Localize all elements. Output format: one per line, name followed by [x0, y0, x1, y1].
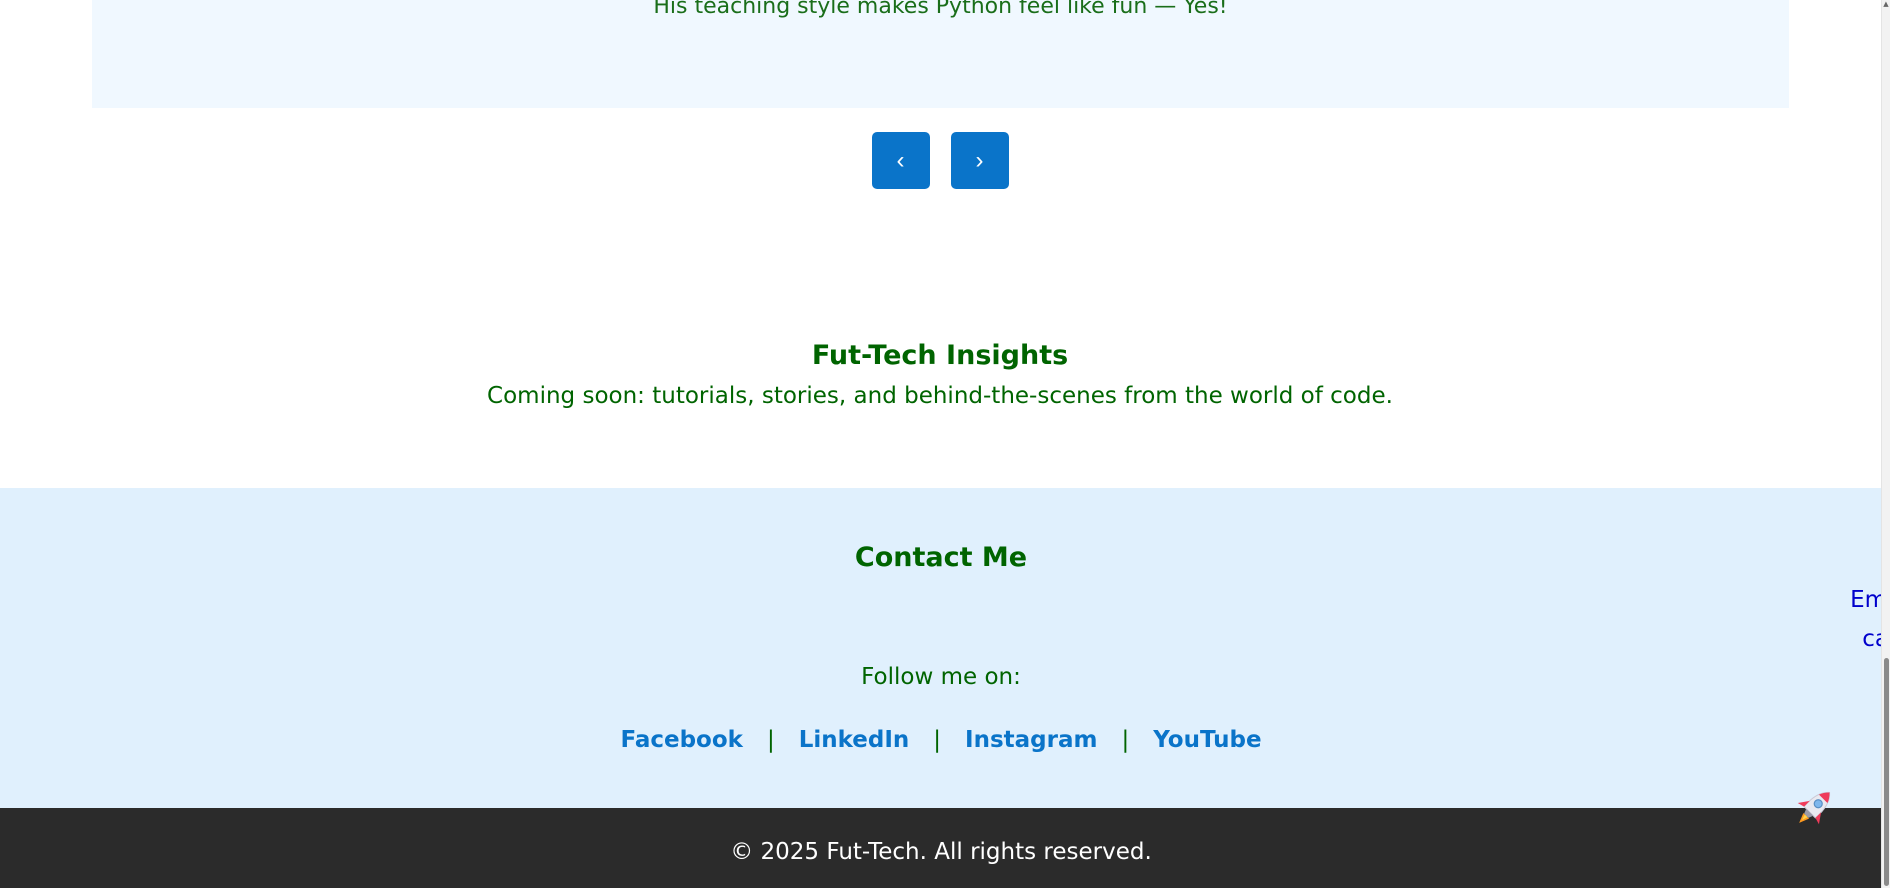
insights-text: Coming soon: tutorials, stories, and beh…: [487, 383, 1393, 409]
separator: |: [766, 727, 775, 753]
instagram-link[interactable]: Instagram: [965, 722, 1097, 758]
email-link[interactable]: Email: [941, 582, 1890, 618]
page: His teaching style makes Python feel lik…: [0, 0, 1890, 888]
insights-title: Fut-Tech Insights: [811, 340, 1069, 371]
copyright-text: © 2025 Fut-Tech. All rights reserved.: [730, 839, 1152, 865]
contact-title: Contact Me: [854, 542, 1028, 573]
follow-text: Follow me on:: [861, 664, 1021, 690]
call-link[interactable]: call: [941, 621, 1890, 657]
scroll-up-icon[interactable]: ▲: [1882, 0, 1890, 8]
vertical-scrollbar[interactable]: ▲: [1881, 0, 1890, 888]
youtube-link[interactable]: YouTube: [1153, 722, 1261, 758]
carousel-controls: ‹ ›: [0, 132, 1880, 189]
social-links: Facebook | LinkedIn | Instagram | YouTub…: [0, 722, 1882, 758]
separator: |: [1121, 727, 1130, 753]
scrollbar-thumb[interactable]: [1884, 658, 1889, 886]
carousel-next-button[interactable]: ›: [950, 132, 1009, 189]
contact-section: Contact Me Email call Follow me on: Face…: [0, 488, 1890, 808]
rocket-icon[interactable]: [1788, 782, 1840, 834]
testimonial-card: His teaching style makes Python feel lik…: [92, 0, 1789, 108]
insights-section: Fut-Tech Insights Coming soon: tutorials…: [0, 336, 1880, 416]
testimonial-quote: His teaching style makes Python feel lik…: [653, 0, 1228, 19]
facebook-link[interactable]: Facebook: [620, 722, 742, 758]
linkedin-link[interactable]: LinkedIn: [799, 722, 910, 758]
carousel-prev-button[interactable]: ‹: [871, 132, 930, 189]
separator: |: [933, 727, 942, 753]
footer: © 2025 Fut-Tech. All rights reserved.: [0, 808, 1882, 888]
